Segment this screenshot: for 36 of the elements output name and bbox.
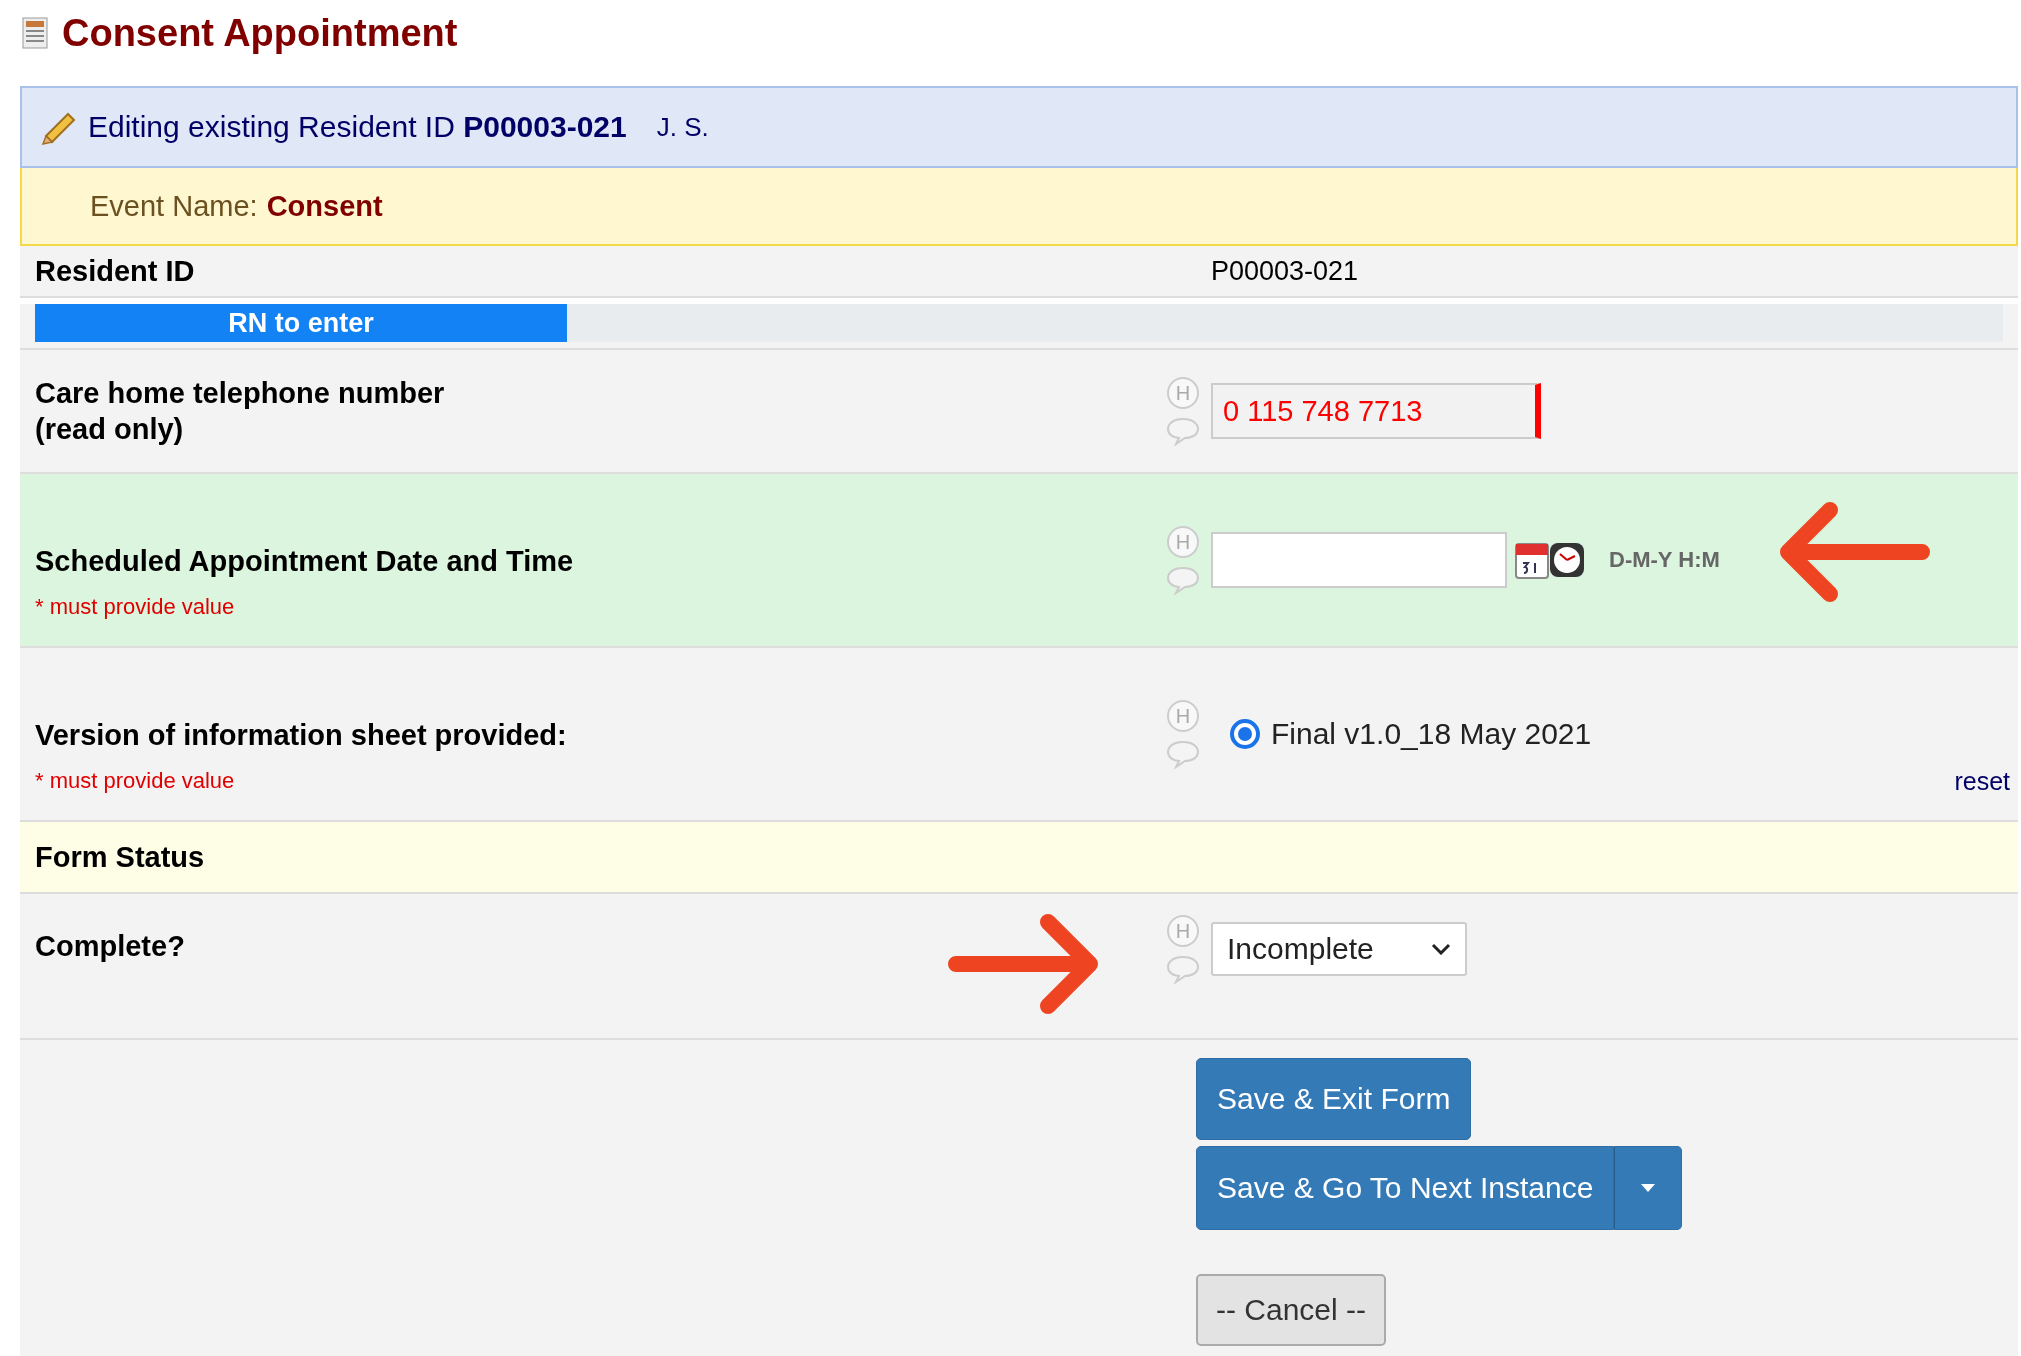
comment-icon[interactable]	[1165, 739, 1201, 769]
save-next-button[interactable]: Save & Go To Next Instance	[1196, 1146, 1615, 1230]
event-name: Consent	[266, 189, 383, 223]
required-note: * must provide value	[35, 593, 236, 621]
field-label-note: (read only)	[35, 413, 184, 445]
form-icon	[22, 17, 48, 49]
section-header: RN to enter	[35, 304, 567, 342]
event-label: Event Name:	[90, 189, 258, 223]
page-title: Consent Appointment	[62, 11, 458, 55]
field-label: Version of information sheet provided:	[35, 719, 567, 752]
record-initials: J. S.	[656, 111, 709, 143]
cancel-button[interactable]: -- Cancel --	[1196, 1274, 1386, 1346]
field-label: Complete?	[35, 930, 185, 962]
caret-icon	[1641, 1184, 1656, 1192]
phone-field[interactable]: 0 115 748 7713	[1211, 383, 1541, 439]
field-label: Resident ID	[35, 254, 195, 287]
save-options-button[interactable]	[1614, 1146, 1683, 1230]
save-exit-button[interactable]: Save & Exit Form	[1196, 1058, 1472, 1140]
section-header: Form Status	[35, 839, 206, 875]
clock-icon[interactable]	[1549, 542, 1585, 578]
reset-link[interactable]: reset	[1954, 767, 2010, 796]
chevron-down-icon	[1431, 943, 1451, 955]
status-dropdown[interactable]: Incomplete	[1211, 922, 1467, 976]
field-value: P00003-021	[1211, 255, 1360, 287]
comment-icon[interactable]	[1165, 565, 1201, 595]
field-label: Care home telephone number	[35, 376, 445, 409]
date-time-field[interactable]	[1211, 532, 1507, 588]
comment-icon[interactable]	[1165, 416, 1201, 446]
radio-button[interactable]	[1229, 718, 1261, 750]
comment-icon[interactable]	[1165, 954, 1201, 984]
required-note: * must provide value	[35, 767, 236, 795]
date-format-hint: D-M-Y H:M	[1609, 547, 1720, 573]
calendar-icon[interactable]	[1515, 541, 1549, 579]
radio-option-label: Final v1.0_18 May 2021	[1271, 717, 1592, 751]
editing-message: Editing existing Resident ID P00003-021	[88, 110, 627, 144]
field-label: Scheduled Appointment Date and Time	[35, 545, 574, 578]
